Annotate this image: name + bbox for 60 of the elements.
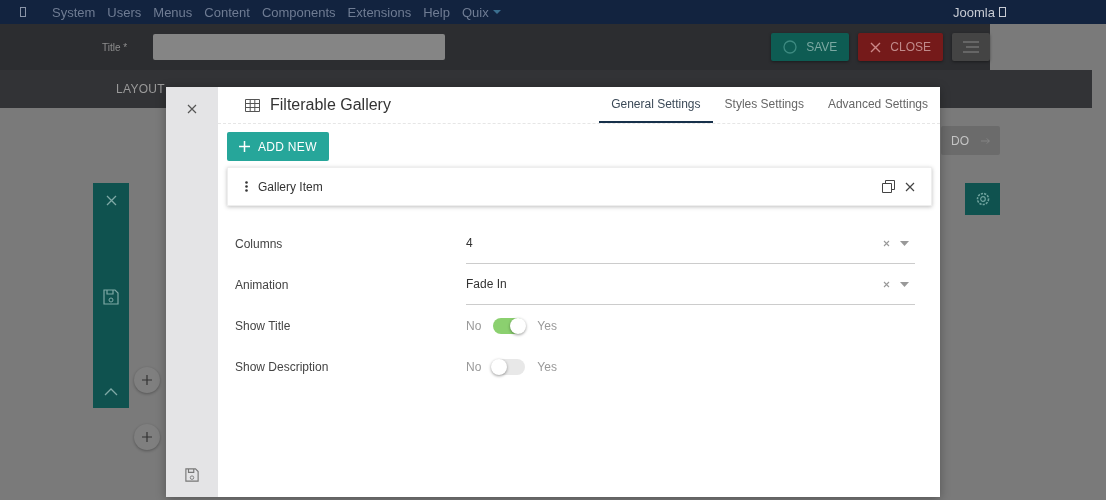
item-label: Gallery Item xyxy=(258,179,323,194)
toggle-on-label: Yes xyxy=(537,359,557,374)
toggle-off-label: No xyxy=(466,359,482,374)
save-button[interactable]: SAVE xyxy=(771,33,850,61)
gallery-item-card[interactable]: Gallery Item xyxy=(227,167,932,206)
copy-icon[interactable] xyxy=(882,180,895,193)
square-icon xyxy=(999,7,1006,17)
add-button[interactable] xyxy=(134,367,160,393)
menu-item[interactable]: Help xyxy=(423,4,450,20)
caret-icon xyxy=(492,10,501,14)
settings-tab[interactable]: Advanced Settings xyxy=(815,87,940,123)
toggle-off-label: No xyxy=(466,318,482,333)
toggle-on-label: Yes xyxy=(537,318,557,333)
chevron-up-icon[interactable] xyxy=(104,388,118,396)
caret-icon[interactable] xyxy=(900,281,909,287)
grid-icon xyxy=(245,98,260,112)
field-label: Show Title xyxy=(235,318,292,333)
plus-icon xyxy=(239,141,250,152)
settings-button[interactable] xyxy=(965,183,1000,215)
toggle-switch[interactable] xyxy=(493,317,526,334)
field-label: Columns xyxy=(235,236,284,251)
clear-icon[interactable] xyxy=(883,239,890,247)
close-button[interactable]: CLOSE xyxy=(858,33,943,61)
add-button[interactable] xyxy=(134,424,160,450)
toggle-switch[interactable] xyxy=(493,358,526,375)
field-label: Show Description xyxy=(235,359,330,374)
square-icon xyxy=(20,7,26,17)
title-label: Title * xyxy=(102,41,128,53)
menu-button[interactable] xyxy=(952,33,990,61)
field-label: Animation xyxy=(235,277,290,292)
editor-tab[interactable]: LAYOUT xyxy=(116,82,165,96)
add-new-button[interactable]: ADD NEW xyxy=(227,132,329,161)
title-field[interactable] xyxy=(153,34,446,60)
settings-icon xyxy=(974,191,991,207)
menu-item[interactable]: Components xyxy=(261,4,336,20)
plus-icon xyxy=(142,432,152,442)
save-icon[interactable] xyxy=(103,289,119,305)
menu-item[interactable]: Content xyxy=(204,4,250,20)
redo-button[interactable]: DO xyxy=(941,126,1000,155)
close-icon[interactable] xyxy=(187,104,197,114)
menu-item[interactable]: System xyxy=(52,4,96,20)
select-field[interactable]: Fade In xyxy=(466,264,915,305)
settings-tab[interactable]: Styles Settings xyxy=(712,87,816,123)
menu-item[interactable]: Users xyxy=(107,4,142,20)
modal-title: Filterable Gallery xyxy=(270,96,391,114)
kebab-icon[interactable] xyxy=(245,181,248,192)
clear-icon[interactable] xyxy=(883,280,890,288)
menu-icon xyxy=(963,41,979,53)
user-menu[interactable]: Joomla xyxy=(953,4,995,20)
menu-item[interactable]: Extensions xyxy=(347,4,412,20)
close-icon[interactable] xyxy=(905,181,915,192)
menu-item[interactable]: Quix xyxy=(461,4,489,20)
menu-item[interactable]: Menus xyxy=(153,4,193,20)
settings-tab[interactable]: General Settings xyxy=(599,87,713,123)
plus-icon xyxy=(142,375,152,385)
caret-icon[interactable] xyxy=(900,240,909,246)
select-field[interactable]: 4 xyxy=(466,223,915,264)
close-icon xyxy=(870,41,882,53)
save-icon[interactable] xyxy=(185,468,199,482)
circle-icon xyxy=(783,40,798,54)
